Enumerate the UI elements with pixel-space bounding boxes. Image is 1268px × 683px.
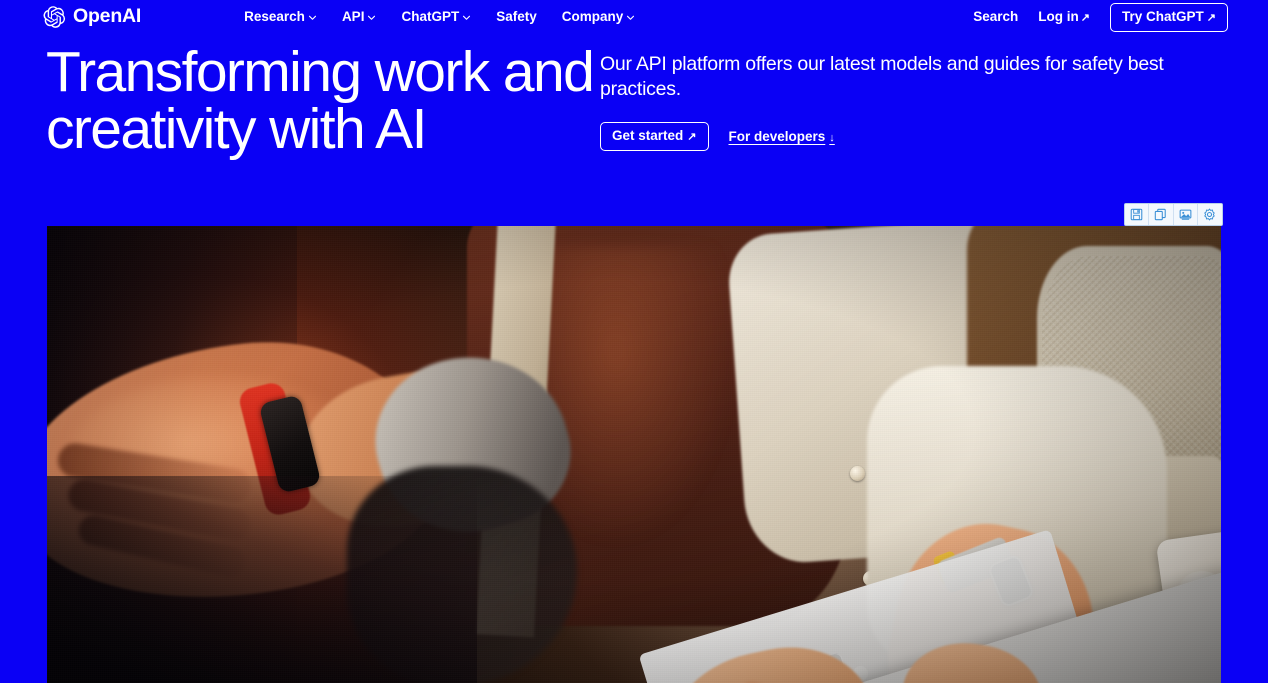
hero-copy-column: Our API platform offers our latest model… [600, 44, 1200, 214]
settings-button[interactable] [1197, 204, 1222, 225]
chevron-down-icon [308, 15, 316, 20]
save-button[interactable] [1125, 204, 1150, 225]
arrow-up-right-icon: ↗ [687, 131, 697, 144]
get-started-button[interactable]: Get started ↗ [600, 122, 709, 152]
nav-item-research[interactable]: Research [244, 10, 317, 24]
nav-item-company[interactable]: Company [562, 10, 636, 24]
image-icon [1179, 209, 1192, 220]
page-title: Transforming work and creativity with AI [46, 40, 595, 161]
arrow-up-right-icon: ↗ [1080, 12, 1091, 24]
nav-item-chatgpt[interactable]: ChatGPT [401, 10, 471, 24]
arrow-up-right-icon: ↗ [1206, 11, 1216, 24]
image-button[interactable] [1173, 204, 1198, 225]
openai-homepage: OpenAI Research API ChatGPT Safety Compa… [0, 0, 1268, 683]
nav-item-api[interactable]: API [342, 10, 377, 24]
chevron-down-icon [463, 15, 471, 20]
try-chatgpt-button[interactable]: Try ChatGPT ↗ [1110, 2, 1228, 32]
arrow-down-icon: ↓ [829, 131, 835, 144]
copy-button[interactable] [1149, 204, 1174, 225]
try-chatgpt-label: Try ChatGPT [1122, 8, 1204, 24]
hero-image [47, 226, 1221, 683]
nav-item-label: Research [244, 9, 305, 25]
header-actions: Search Log in ↗ Try ChatGPT ↗ [973, 2, 1228, 32]
photo-shirt-button [850, 466, 865, 481]
nav-item-safety[interactable]: Safety [496, 10, 537, 24]
gear-icon [1204, 208, 1216, 221]
openai-logo-icon [43, 6, 65, 28]
site-header: OpenAI Research API ChatGPT Safety Compa… [0, 0, 1268, 34]
search-button[interactable]: Search [973, 10, 1018, 24]
nav-item-label: ChatGPT [401, 9, 460, 25]
nav-item-label: API [341, 9, 365, 25]
brand-logo[interactable]: OpenAI [42, 5, 141, 29]
nav-item-label: Company [561, 9, 624, 25]
photo-shadow-bottom-left [47, 476, 477, 683]
save-icon [1130, 208, 1143, 221]
copy-icon [1155, 208, 1167, 221]
chevron-down-icon [368, 15, 376, 20]
login-label: Log in [1038, 9, 1079, 24]
hero-section: Transforming work and creativity with AI… [0, 44, 1268, 214]
hero-cta-row: Get started ↗ For developers ↓ [600, 122, 1200, 152]
for-developers-link[interactable]: For developers ↓ [729, 130, 835, 144]
primary-navigation: Research API ChatGPT Safety Company [244, 10, 635, 24]
nav-item-label: Safety [496, 9, 537, 25]
hero-headline-column: Transforming work and creativity with AI [0, 44, 600, 214]
for-developers-label: For developers [728, 128, 826, 144]
get-started-label: Get started [612, 128, 684, 144]
chevron-down-icon [627, 15, 635, 20]
brand-name: OpenAI [73, 5, 142, 28]
hero-subcopy: Our API platform offers our latest model… [600, 53, 1164, 100]
search-label: Search [973, 9, 1019, 25]
login-link[interactable]: Log in ↗ [1038, 10, 1090, 24]
image-floating-toolbar [1124, 203, 1223, 226]
